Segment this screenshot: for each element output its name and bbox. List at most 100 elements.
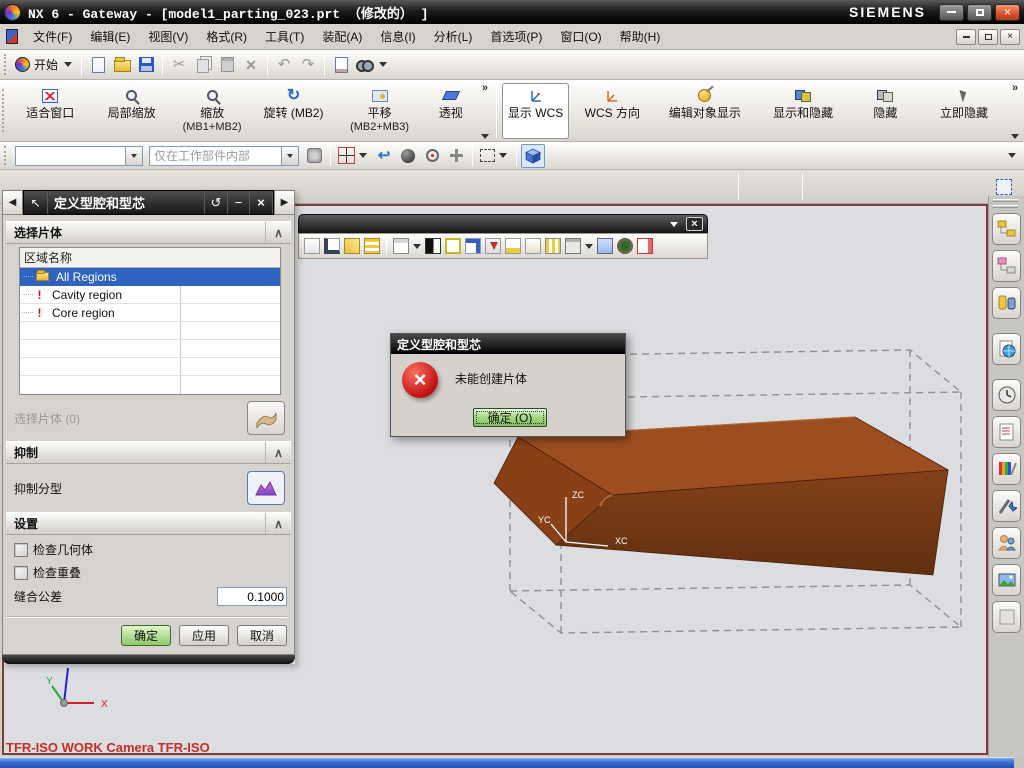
menu-format[interactable]: 格式(R) [197,25,256,48]
combo-dropdown-button[interactable] [125,147,142,165]
restore-button[interactable] [967,4,992,21]
constraint-navigator-button[interactable] [992,250,1021,282]
ok-button[interactable]: 确定 [121,625,171,646]
menu-view[interactable]: 视图(V) [139,25,197,48]
mdi-minimize-button[interactable] [956,29,976,45]
resource-bar-grip[interactable] [993,205,1018,208]
dialog-forward-button[interactable]: ▶ [274,190,295,215]
initialize-project-icon[interactable] [304,238,320,254]
menu-assemblies[interactable]: 装配(A) [313,25,371,48]
paste-button[interactable] [215,53,239,77]
bom-document-icon[interactable] [597,238,613,254]
view-manager-eye-icon[interactable] [617,238,633,254]
rectangle-select-button[interactable] [477,144,512,168]
mdi-restore-button[interactable] [978,29,998,45]
empty-slot-button[interactable] [992,601,1021,633]
information-palette-button[interactable] [992,416,1021,448]
model-body[interactable] [494,417,948,575]
menu-preferences[interactable]: 首选项(P) [481,25,551,48]
history-button[interactable] [992,379,1021,411]
check-overlap-checkbox[interactable] [14,566,28,580]
pan-button[interactable]: 平移 (MB2+MB3) [337,83,423,139]
table-empty-row[interactable] [20,340,280,358]
wcs-orient-button[interactable]: WCS 方向 [571,83,653,139]
dialog-reset-button[interactable]: ↺ [205,191,228,214]
suppress-section-header[interactable]: 抑制 ∧ [6,441,291,464]
cut-button[interactable]: ✂ [167,53,191,77]
show-and-hide-button[interactable]: 显示和隐藏 [756,83,849,139]
parting-flag-icon[interactable] [425,238,441,254]
immediate-hide-button[interactable]: 立即隐藏 [921,83,1007,139]
visualization-tools-button[interactable] [992,490,1021,522]
error-ok-button[interactable]: 确定 (O) [473,408,547,427]
insert-figure-icon[interactable] [525,238,541,254]
perspective-button[interactable]: 透视 [425,83,477,139]
chevron-down-icon[interactable] [585,244,593,249]
error-dialog-titlebar[interactable]: 定义型腔和型芯 [391,334,625,354]
snap-point-button[interactable] [302,144,326,168]
menu-file[interactable]: 文件(F) [24,25,81,48]
drag-button[interactable] [444,144,468,168]
table-empty-row[interactable] [20,358,280,376]
collapse-chevron-icon[interactable]: ∧ [265,442,291,463]
mold-base-frame-icon[interactable] [445,238,461,254]
type-filter-combo[interactable] [15,146,143,166]
toolbar-grip[interactable] [2,89,6,132]
find-button[interactable] [353,53,392,77]
table-row-core-region[interactable]: ! Core region [20,304,280,322]
zoom-region-button[interactable]: 局部缩放 [91,83,171,139]
suppress-parting-button[interactable] [247,471,285,505]
palette-button[interactable] [992,453,1021,485]
scene-button[interactable] [992,564,1021,596]
rotate-point-button[interactable] [420,144,444,168]
cavity-layout-icon[interactable] [393,238,409,254]
dialog-close-button[interactable]: × [250,191,273,214]
dialog-back-button[interactable]: ◀ [2,190,23,215]
shaded-view-button[interactable] [396,144,420,168]
ejector-post-icon[interactable] [505,238,521,254]
mdi-close-button[interactable]: × [1000,29,1020,45]
redo-button[interactable]: ↷ [296,53,320,77]
chevron-down-icon[interactable] [1008,153,1016,158]
mold-wizard-close-button[interactable]: × [686,217,703,231]
point-constructor-button[interactable] [335,144,372,168]
workpiece-layers-icon[interactable] [364,238,380,254]
part-navigator-button[interactable] [992,287,1021,319]
chevron-down-icon[interactable] [413,244,421,249]
dialog-header[interactable]: ◀ ↖ 定义型腔和型芯 ↺ − × ▶ [2,190,295,215]
table-row-all-regions[interactable]: All Regions [20,268,280,286]
open-file-button[interactable] [110,53,134,77]
selection-scope-combo[interactable]: 仅在工作部件内部 [149,146,299,166]
mold-wizard-titlebar[interactable]: × [298,214,708,233]
new-file-button[interactable] [86,53,110,77]
settings-section-header[interactable]: 设置 ∧ [6,512,291,535]
hide-button[interactable]: 隐藏 [852,83,919,139]
assembly-navigator-button[interactable] [992,213,1021,245]
toolbar-overflow[interactable]: » [478,80,492,141]
mold-csys-icon[interactable] [324,238,340,254]
check-geometry-checkbox[interactable] [14,543,28,557]
delete-button[interactable]: × [239,53,263,77]
display-wcs-button[interactable]: 显示 WCS [502,83,569,139]
send-info-button[interactable] [329,53,353,77]
combo-dropdown-button[interactable] [281,147,298,165]
solid-cube-view-button[interactable] [521,144,545,168]
toolbar-grip[interactable] [4,146,8,165]
full-screen-button[interactable] [992,175,1016,199]
drawing-document-icon[interactable] [637,238,653,254]
roles-button[interactable] [992,527,1021,559]
table-empty-row[interactable] [20,376,280,394]
menu-edit[interactable]: 编辑(E) [81,25,139,48]
trim-window-icon[interactable] [565,238,581,254]
reverse-direction-button[interactable]: ↩ [372,144,396,168]
cancel-button[interactable]: 取消 [237,625,287,646]
copy-button[interactable] [191,53,215,77]
dialog-minimize-button[interactable]: − [228,191,250,214]
table-empty-row[interactable] [20,322,280,340]
mold-tools-icon[interactable] [344,238,360,254]
chevron-down-icon[interactable] [670,222,678,227]
menu-window[interactable]: 窗口(O) [551,25,610,48]
menu-help[interactable]: 帮助(H) [611,25,670,48]
select-sheet-section-header[interactable]: 选择片体 ∧ [6,221,291,244]
collapse-chevron-icon[interactable]: ∧ [265,513,291,534]
